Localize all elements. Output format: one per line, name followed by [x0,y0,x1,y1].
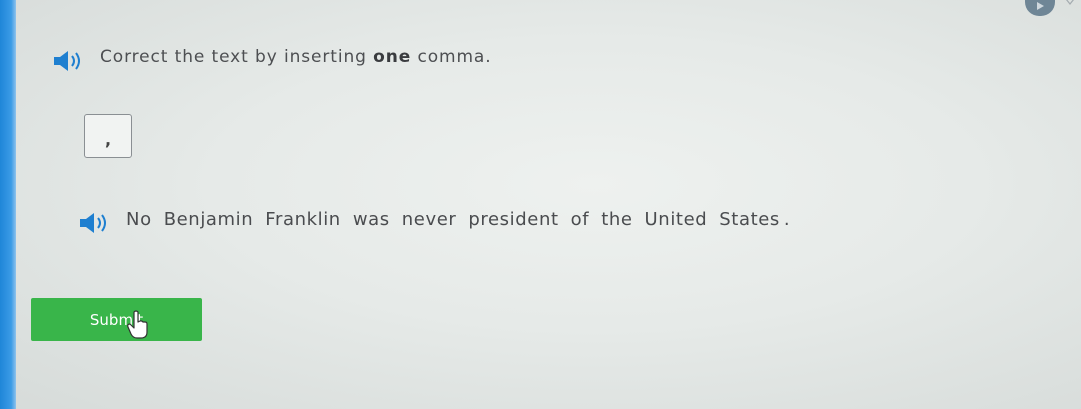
instruction-speaker-button[interactable] [52,50,88,72]
sentence-speaker-button[interactable] [78,212,114,234]
submit-button[interactable]: Submit [31,298,202,341]
comma-tile[interactable]: , [84,114,132,158]
speaker-icon [80,213,106,233]
speaker-icon [54,51,80,71]
sentence-word[interactable]: never [402,209,457,230]
comma-tile-label: , [104,130,112,149]
sentence-period[interactable]: . [784,209,790,230]
sentence-text: No Benjamin Franklin was never president of the… [126,209,790,230]
sentence-word[interactable]: was [353,209,390,230]
left-accent-bar [0,0,16,409]
chevron-icon [1065,0,1077,8]
sentence-word[interactable]: of [571,209,590,230]
play-icon [1037,2,1044,10]
sentence-word[interactable]: president [468,209,558,230]
sentence-word[interactable]: No [126,209,152,230]
sentence-word[interactable]: the [601,209,632,230]
instruction-text-before: Correct the text by inserting [100,47,374,67]
sentence-word[interactable]: United [645,209,708,230]
instruction-text-after: comma. [411,47,492,67]
sentence-word[interactable]: Franklin [265,209,341,230]
sentence-word[interactable]: Benjamin [164,209,254,230]
instruction-text: Correct the text by inserting one comma. [100,47,492,67]
sentence-word[interactable]: States [719,209,780,230]
instruction-emphasis: one [373,47,412,67]
top-right-badge[interactable] [1025,0,1055,16]
